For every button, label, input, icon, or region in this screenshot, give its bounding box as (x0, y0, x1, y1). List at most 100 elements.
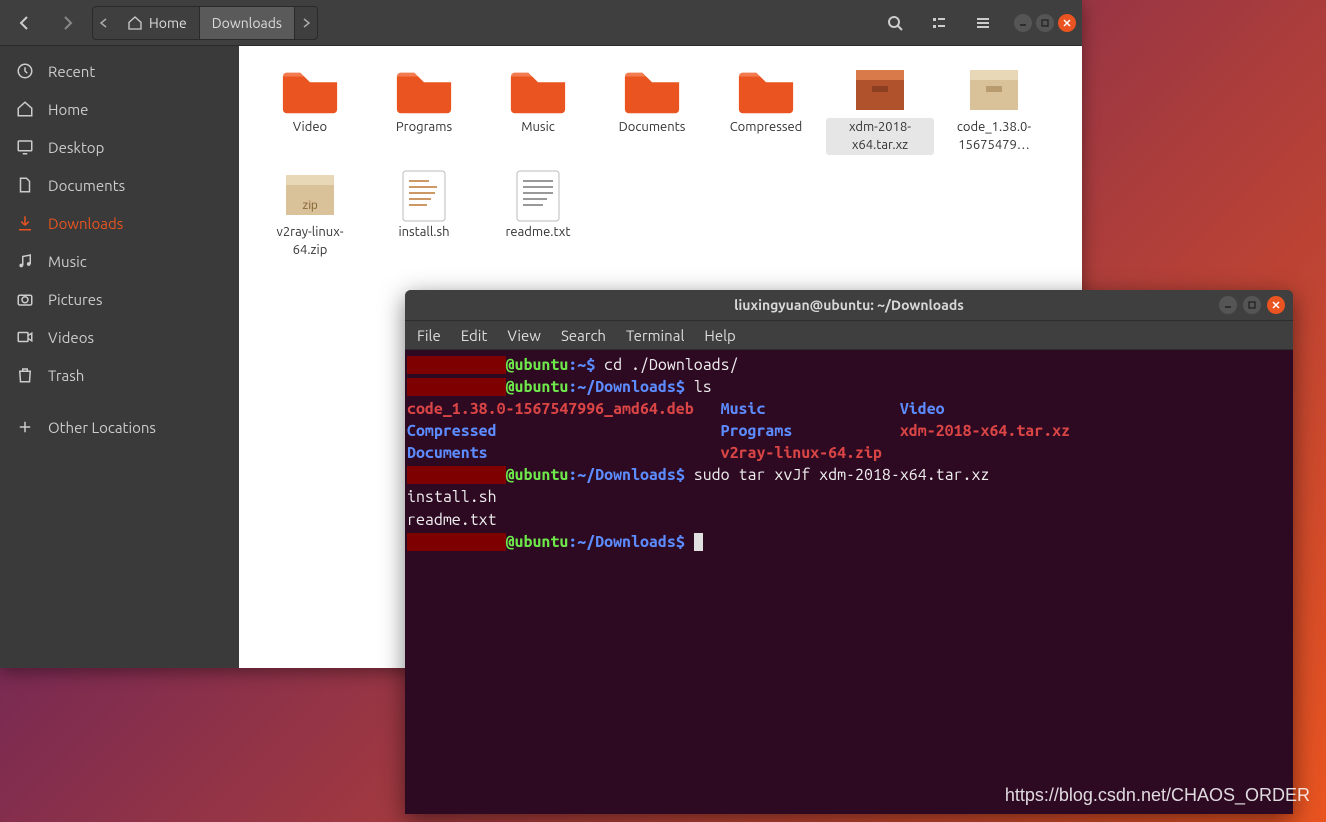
ls-item: Documents (407, 444, 488, 462)
sidebar-item-label: Other Locations (48, 419, 223, 436)
menu-help[interactable]: Help (704, 327, 735, 344)
path-current-label: Downloads (212, 15, 282, 31)
ls-item: xdm-2018-x64.tar.xz (900, 422, 1070, 440)
maximize-button[interactable] (1036, 14, 1054, 32)
zip-icon: zip (279, 169, 341, 221)
sidebar: Recent Home Desktop Documents Downloads … (0, 46, 239, 668)
close-button[interactable] (1058, 14, 1076, 32)
file-label: install.sh (394, 223, 453, 243)
sidebar-item-label: Desktop (48, 139, 223, 156)
ls-item: Programs (721, 422, 793, 440)
sidebar-item-label: Trash (48, 367, 223, 384)
path-home[interactable]: Home (115, 7, 200, 39)
terminal-window-controls (1219, 296, 1285, 314)
cursor (694, 533, 703, 551)
menu-edit[interactable]: Edit (461, 327, 488, 344)
term-path: :~$ (568, 356, 595, 374)
ls-item: v2ray-linux-64.zip (721, 444, 882, 462)
sidebar-item-label: Downloads (48, 215, 223, 232)
menu-view[interactable]: View (507, 327, 541, 344)
sidebar-item-pictures[interactable]: Pictures (0, 280, 239, 318)
path-home-label: Home (149, 15, 187, 31)
music-icon (16, 252, 34, 270)
folder-item[interactable]: Music (481, 64, 595, 155)
path-current[interactable]: Downloads (200, 7, 295, 39)
terminal-window: liuxingyuan@ubuntu: ~/Downloads File Edi… (405, 290, 1293, 814)
term-path: :~/Downloads$ (568, 533, 684, 551)
window-controls (1014, 14, 1076, 32)
ls-item: code_1.38.0-1567547996_amd64.deb (407, 400, 694, 418)
sidebar-item-label: Pictures (48, 291, 223, 308)
menu-search[interactable]: Search (561, 327, 606, 344)
file-manager-titlebar: Home Downloads (0, 0, 1082, 46)
home-icon (127, 15, 143, 31)
text-icon (507, 169, 569, 221)
file-label: v2ray-linux-64.zip (256, 223, 364, 260)
term-output: install.sh (407, 488, 497, 506)
folder-item[interactable]: Programs (367, 64, 481, 155)
hamburger-menu-button[interactable] (964, 6, 1002, 40)
sidebar-item-recent[interactable]: Recent (0, 52, 239, 90)
term-cmd: cd ./Downloads/ (595, 356, 738, 374)
file-label: Music (517, 118, 559, 138)
sidebar-item-documents[interactable]: Documents (0, 166, 239, 204)
path-prev-icon[interactable] (93, 7, 115, 39)
search-button[interactable] (876, 6, 914, 40)
term-host: @ubuntu (506, 378, 569, 396)
sidebar-item-label: Documents (48, 177, 223, 194)
term-user-redacted (407, 356, 506, 374)
watermark: https://blog.csdn.net/CHAOS_ORDER (1005, 785, 1310, 806)
script-icon (393, 169, 455, 221)
terminal-close-button[interactable] (1267, 296, 1285, 314)
text-file-item[interactable]: install.sh (367, 169, 481, 260)
package-icon (963, 64, 1025, 116)
file-label: Documents (615, 118, 690, 138)
terminal-minimize-button[interactable] (1219, 296, 1237, 314)
folder-icon (621, 64, 683, 116)
term-output: readme.txt (407, 511, 497, 529)
folder-item[interactable]: Video (253, 64, 367, 155)
terminal-title: liuxingyuan@ubuntu: ~/Downloads (734, 297, 964, 313)
term-user-redacted (407, 378, 506, 396)
sidebar-item-videos[interactable]: Videos (0, 318, 239, 356)
path-bar: Home Downloads (92, 6, 318, 40)
archive-icon (849, 64, 911, 116)
sidebar-item-trash[interactable]: Trash (0, 356, 239, 394)
sidebar-item-home[interactable]: Home (0, 90, 239, 128)
ls-item: Video (900, 400, 945, 418)
view-list-button[interactable] (920, 6, 958, 40)
download-icon (16, 214, 34, 232)
folder-icon (735, 64, 797, 116)
sidebar-item-other-locations[interactable]: Other Locations (0, 408, 239, 446)
text-file-item[interactable]: readme.txt (481, 169, 595, 260)
menu-file[interactable]: File (417, 327, 441, 344)
sidebar-item-desktop[interactable]: Desktop (0, 128, 239, 166)
sidebar-item-label: Videos (48, 329, 223, 346)
forward-button[interactable] (48, 6, 86, 40)
sidebar-item-downloads[interactable]: Downloads (0, 204, 239, 242)
archive-item[interactable]: xdm-2018-x64.tar.xz (823, 64, 937, 155)
file-label: Programs (392, 118, 456, 138)
path-next-icon[interactable] (295, 7, 317, 39)
terminal-menubar: File Edit View Search Terminal Help (405, 320, 1293, 350)
document-icon (16, 176, 34, 194)
term-cmd: ls (685, 378, 712, 396)
term-host: @ubuntu (506, 356, 569, 374)
sidebar-item-music[interactable]: Music (0, 242, 239, 280)
menu-terminal[interactable]: Terminal (626, 327, 684, 344)
video-icon (16, 328, 34, 346)
file-label: Video (289, 118, 331, 138)
trash-icon (16, 366, 34, 384)
ls-item: Compressed (407, 422, 497, 440)
folder-icon (279, 64, 341, 116)
term-host: @ubuntu (506, 533, 569, 551)
archive-item[interactable]: code_1.38.0-15675479… (937, 64, 1051, 155)
minimize-button[interactable] (1014, 14, 1032, 32)
terminal-maximize-button[interactable] (1243, 296, 1261, 314)
sidebar-item-label: Recent (48, 63, 223, 80)
folder-item[interactable]: Documents (595, 64, 709, 155)
terminal-body[interactable]: @ubuntu:~$ cd ./Downloads/ @ubuntu:~/Dow… (405, 350, 1293, 814)
folder-item[interactable]: Compressed (709, 64, 823, 155)
archive-item[interactable]: zip v2ray-linux-64.zip (253, 169, 367, 260)
back-button[interactable] (6, 6, 44, 40)
